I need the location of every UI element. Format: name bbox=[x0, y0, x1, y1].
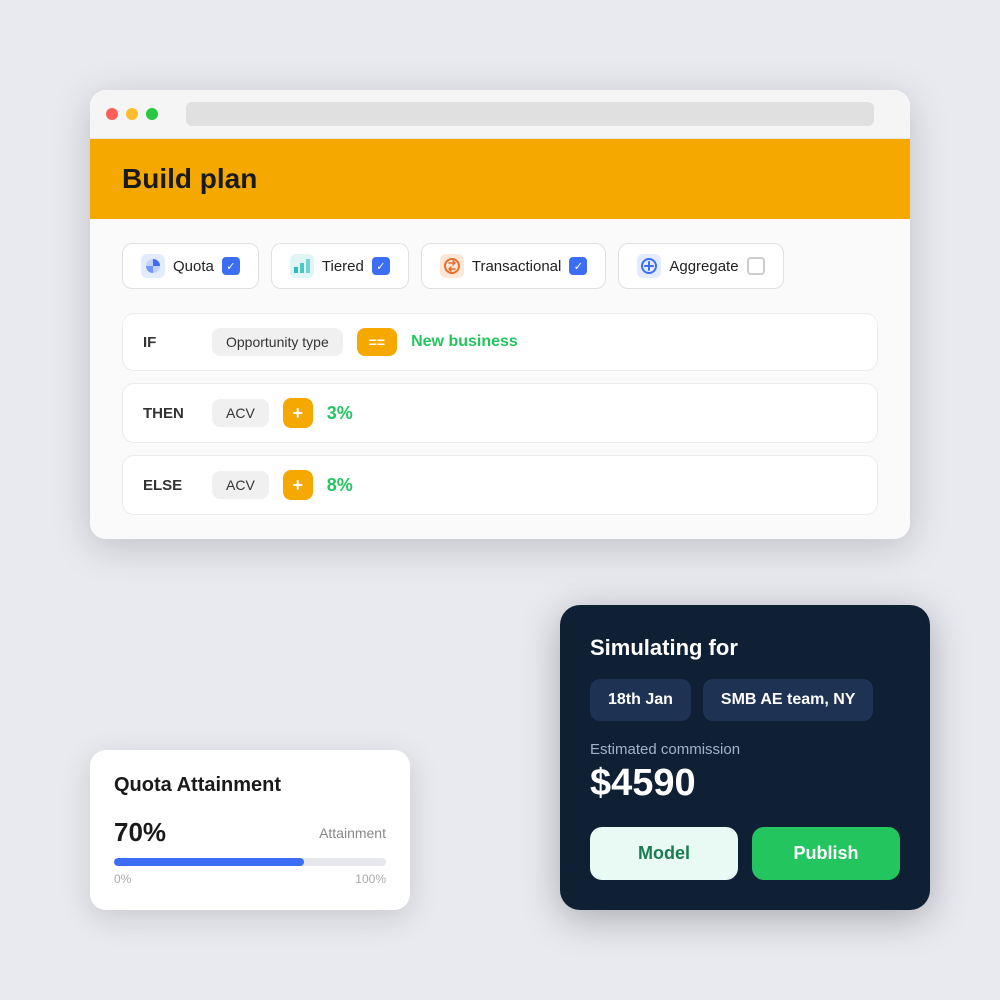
aggregate-label: Aggregate bbox=[669, 258, 738, 275]
simulation-card: Simulating for 18th Jan SMB AE team, NY … bbox=[560, 605, 930, 910]
then-rule-row: THEN ACV + 3% bbox=[122, 383, 878, 443]
aggregate-check[interactable] bbox=[747, 257, 765, 275]
else-plus[interactable]: + bbox=[283, 470, 313, 500]
if-value[interactable]: New business bbox=[411, 333, 518, 351]
close-dot[interactable] bbox=[106, 108, 118, 120]
page-title: Build plan bbox=[122, 163, 878, 195]
quota-attainment-label: Attainment bbox=[319, 825, 386, 841]
else-label: ELSE bbox=[143, 477, 198, 494]
plan-header: Build plan bbox=[90, 139, 910, 219]
browser-bar bbox=[90, 90, 910, 139]
transactional-label: Transactional bbox=[472, 258, 562, 275]
rule-rows: IF Opportunity type == New business THEN… bbox=[122, 313, 878, 515]
if-operator[interactable]: == bbox=[357, 328, 397, 356]
aggregate-icon bbox=[637, 254, 661, 278]
quota-icon bbox=[141, 254, 165, 278]
transactional-check[interactable]: ✓ bbox=[569, 257, 587, 275]
progress-bar-bg bbox=[114, 858, 386, 866]
browser-window: Build plan Quota ✓ bbox=[90, 90, 910, 539]
plan-chip-aggregate[interactable]: Aggregate bbox=[618, 243, 783, 289]
tiered-icon bbox=[290, 254, 314, 278]
plan-chip-tiered[interactable]: Tiered ✓ bbox=[271, 243, 409, 289]
then-metric[interactable]: ACV bbox=[212, 399, 269, 427]
sim-team-pill[interactable]: SMB AE team, NY bbox=[703, 679, 874, 721]
then-rate[interactable]: 3% bbox=[327, 403, 353, 424]
progress-bar-fill bbox=[114, 858, 304, 866]
sim-date-pill[interactable]: 18th Jan bbox=[590, 679, 691, 721]
quota-max-label: 100% bbox=[355, 872, 386, 886]
quota-percent: 70% bbox=[114, 817, 166, 848]
tiered-label: Tiered bbox=[322, 258, 364, 275]
quota-label: Quota bbox=[173, 258, 214, 275]
publish-button[interactable]: Publish bbox=[752, 827, 900, 880]
plan-types-row: Quota ✓ Tiered ✓ bbox=[122, 243, 878, 289]
sim-buttons-row: Model Publish bbox=[590, 827, 900, 880]
url-bar[interactable] bbox=[186, 102, 874, 126]
minimize-dot[interactable] bbox=[126, 108, 138, 120]
else-rule-row: ELSE ACV + 8% bbox=[122, 455, 878, 515]
then-label: THEN bbox=[143, 405, 198, 422]
then-plus[interactable]: + bbox=[283, 398, 313, 428]
else-metric[interactable]: ACV bbox=[212, 471, 269, 499]
transactional-icon bbox=[440, 254, 464, 278]
quota-card-title: Quota Attainment bbox=[114, 774, 386, 797]
if-rule-row: IF Opportunity type == New business bbox=[122, 313, 878, 371]
quota-card: Quota Attainment 70% Attainment 0% 100% bbox=[90, 750, 410, 910]
maximize-dot[interactable] bbox=[146, 108, 158, 120]
sim-title: Simulating for bbox=[590, 635, 900, 661]
sim-commission-label: Estimated commission bbox=[590, 741, 900, 758]
tiered-check[interactable]: ✓ bbox=[372, 257, 390, 275]
sim-commission-value: $4590 bbox=[590, 762, 900, 805]
plan-chip-transactional[interactable]: Transactional ✓ bbox=[421, 243, 607, 289]
quota-check[interactable]: ✓ bbox=[222, 257, 240, 275]
plan-chip-quota[interactable]: Quota ✓ bbox=[122, 243, 259, 289]
if-field[interactable]: Opportunity type bbox=[212, 328, 343, 356]
plan-content: Quota ✓ Tiered ✓ bbox=[90, 219, 910, 539]
quota-min-label: 0% bbox=[114, 872, 131, 886]
quota-bottom-row: 0% 100% bbox=[114, 872, 386, 886]
else-rate[interactable]: 8% bbox=[327, 475, 353, 496]
model-button[interactable]: Model bbox=[590, 827, 738, 880]
quota-top-row: 70% Attainment bbox=[114, 817, 386, 848]
if-label: IF bbox=[143, 334, 198, 351]
sim-pills-row: 18th Jan SMB AE team, NY bbox=[590, 679, 900, 721]
